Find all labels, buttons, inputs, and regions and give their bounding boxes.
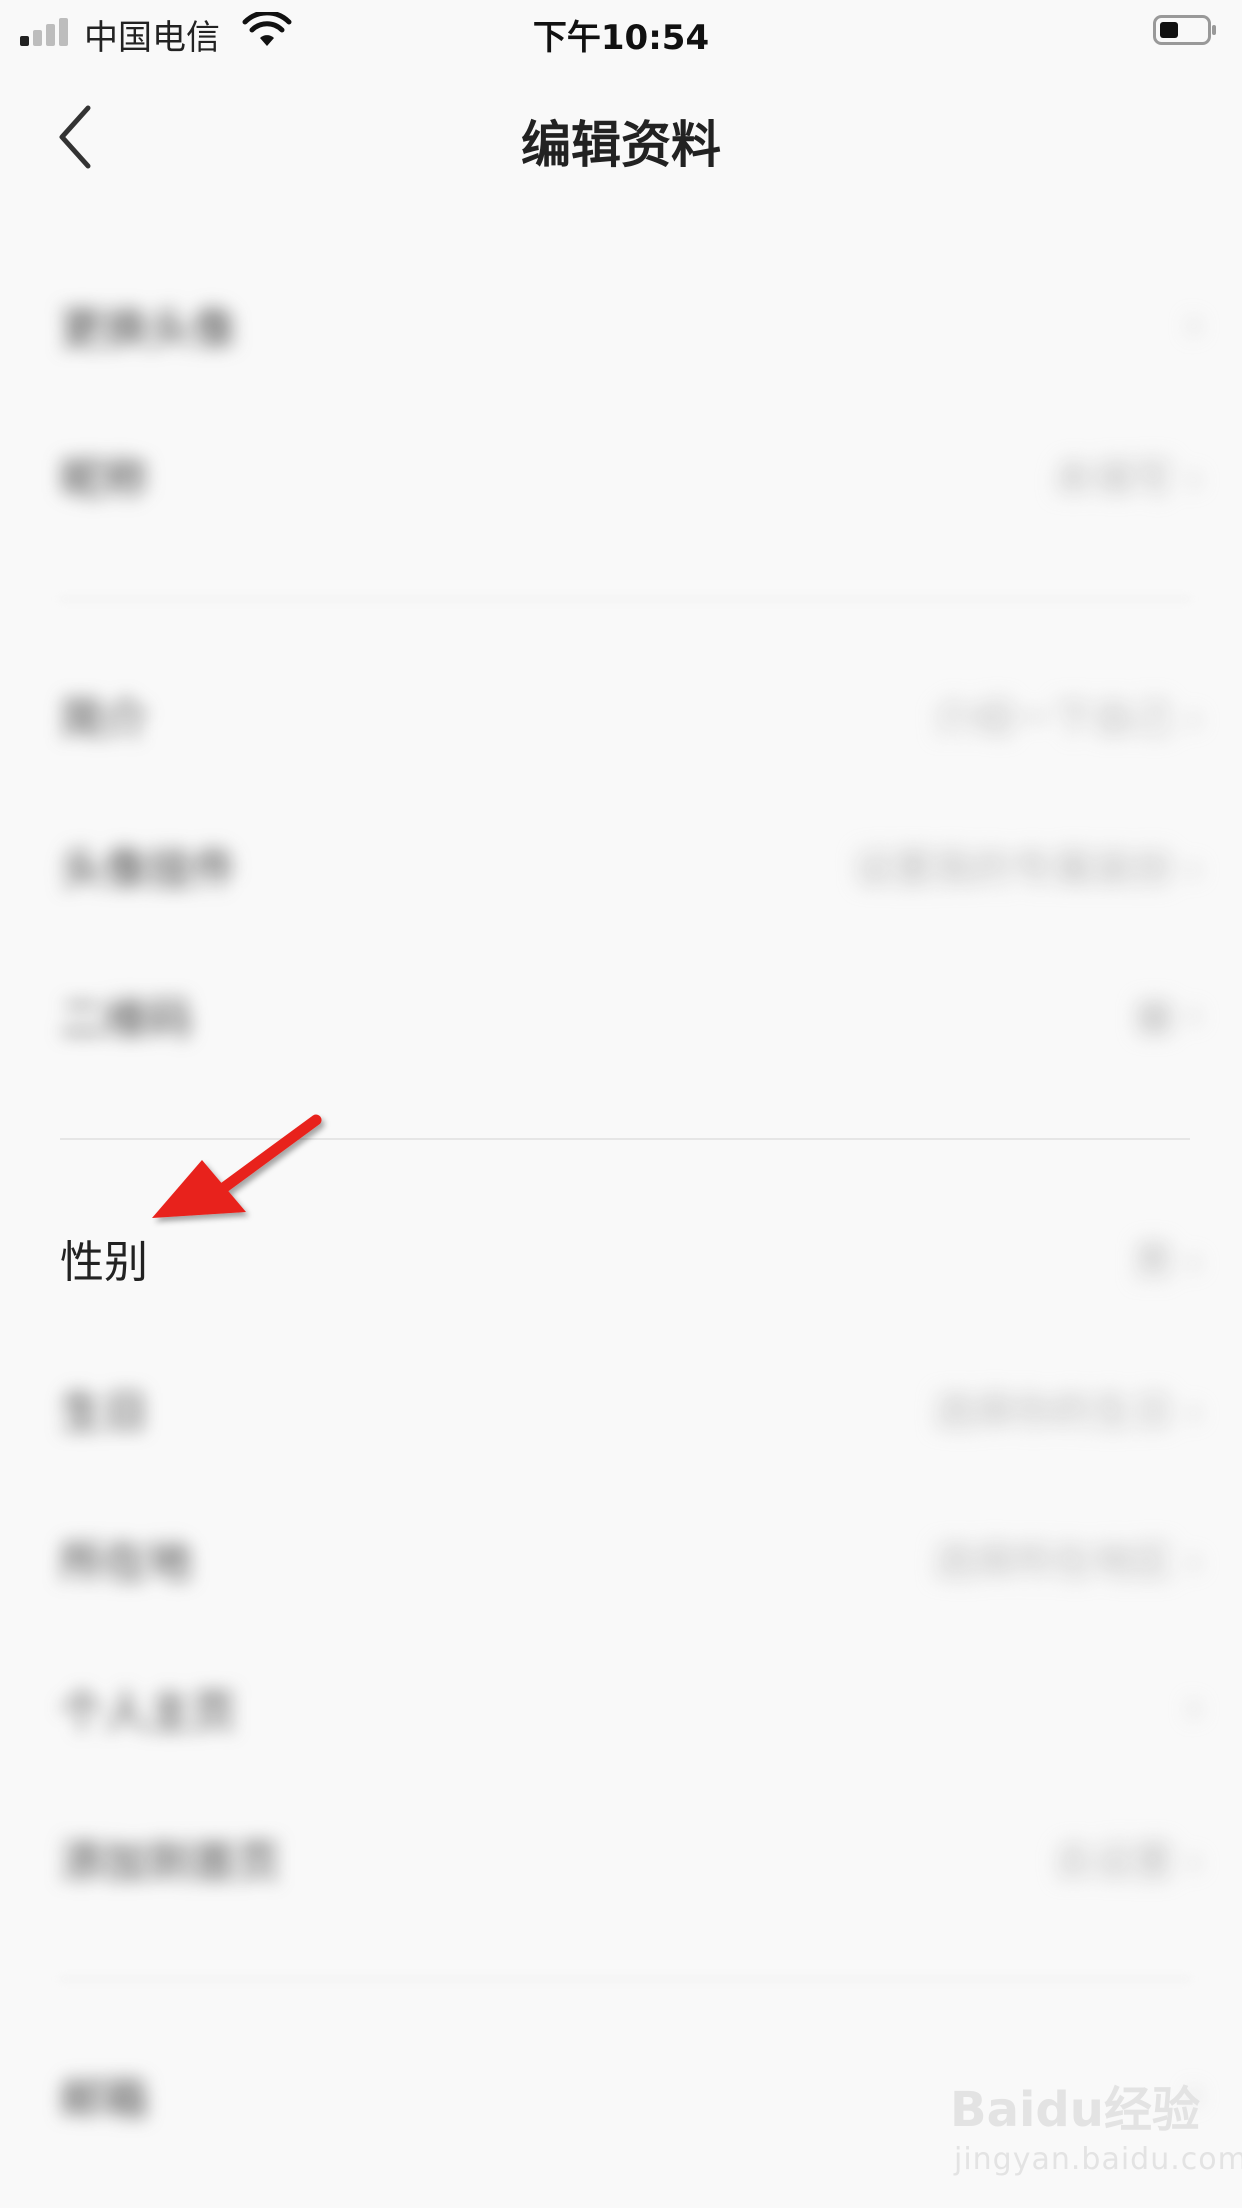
row-label: 更换头像: [60, 304, 236, 355]
row-label: 所在地: [60, 1537, 192, 1588]
row-value: 选择你的生日 ›: [933, 1389, 1202, 1435]
status-bar: 中国电信 下午10:54: [0, 0, 1242, 60]
nav-bar: 编辑资料: [0, 60, 1242, 210]
row-nickname[interactable]: 昵称 未填写 ›: [0, 400, 1242, 550]
row-location[interactable]: 所在地 选择所在地区 ›: [0, 1483, 1242, 1633]
annotation-arrow-icon: [152, 1114, 322, 1218]
page-title: 编辑资料: [521, 116, 721, 174]
watermark-logo: Baidu经验: [950, 2082, 1200, 2138]
row-label: 个人主页: [60, 1687, 236, 1738]
row-value: 男 ›: [1133, 1239, 1202, 1285]
row-label: 邮箱: [60, 2074, 148, 2125]
row-birthday[interactable]: 生日 选择你的生日 ›: [0, 1333, 1242, 1483]
clock: 下午10:54: [532, 18, 710, 58]
row-add-to-home[interactable]: 添加到首页 去设置 ›: [0, 1783, 1242, 1933]
section-divider: [60, 598, 1190, 600]
row-bio[interactable]: 简介 介绍一下自己 ›: [0, 640, 1242, 790]
row-label: 头像挂件: [60, 844, 236, 895]
watermark: Baidu经验 jingyan.baidu.com: [950, 2070, 1242, 2200]
battery-icon: [1153, 15, 1216, 45]
row-value: 去设置 ›: [1053, 1839, 1202, 1885]
row-value: ▦ ›: [1135, 992, 1202, 1038]
gender-label: 性别: [60, 1237, 148, 1288]
row-value: 介绍一下自己 ›: [933, 696, 1202, 742]
watermark-url: jingyan.baidu.com: [954, 2142, 1242, 2177]
row-value: 未填写 ›: [1053, 456, 1202, 502]
row-label: 简介: [60, 694, 148, 745]
section-divider: [60, 1978, 1190, 1980]
row-label: 生日: [60, 1387, 148, 1438]
row-change-avatar[interactable]: 更换头像 ›: [0, 250, 1242, 400]
row-value: 设置我的专属装扮 ›: [853, 846, 1202, 892]
row-homepage[interactable]: 个人主页 ›: [0, 1633, 1242, 1783]
row-value: 选择所在地区 ›: [933, 1539, 1202, 1585]
row-value: ›: [1186, 302, 1202, 348]
row-label: 添加到首页: [60, 1837, 280, 1888]
row-qrcode[interactable]: 二维码 ▦ ›: [0, 940, 1242, 1090]
row-avatar-pendant[interactable]: 头像挂件 设置我的专属装扮 ›: [0, 790, 1242, 940]
row-value: ›: [1186, 1685, 1202, 1731]
row-label: 二维码: [60, 994, 192, 1045]
row-label: 昵称: [60, 454, 148, 505]
